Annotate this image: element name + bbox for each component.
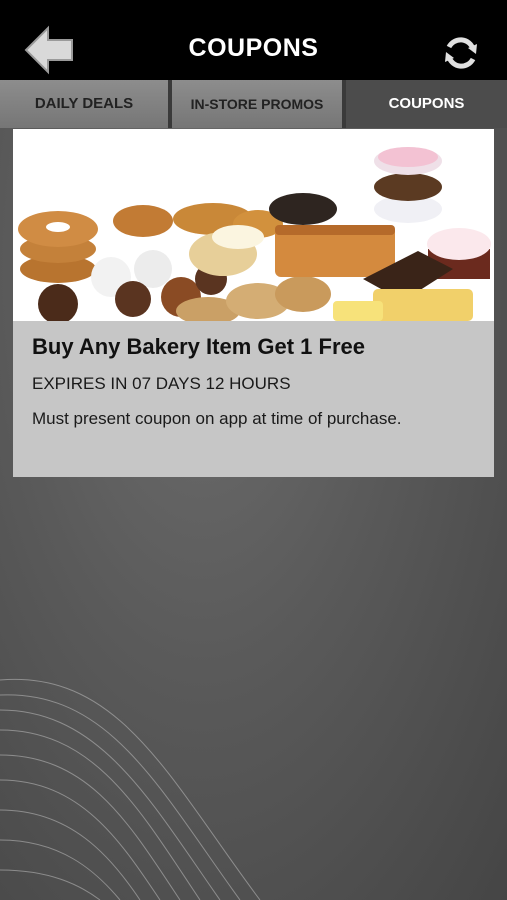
tab-coupons[interactable]: COUPONS xyxy=(346,80,507,128)
background-waves xyxy=(0,678,261,900)
tab-in-store-promos[interactable]: IN-STORE PROMOS xyxy=(172,80,342,128)
top-bar: COUPONS xyxy=(0,0,507,80)
refresh-button[interactable] xyxy=(440,35,482,71)
coupon-expiry: EXPIRES IN 07 DAYS 12 HOURS xyxy=(32,374,291,393)
coupon-description: Must present coupon on app at time of pu… xyxy=(32,409,402,428)
tab-daily-deals[interactable]: DAILY DEALS xyxy=(0,80,168,128)
tab-bar: DAILY DEALS IN-STORE PROMOS COUPONS xyxy=(0,80,507,128)
refresh-icon xyxy=(445,37,477,69)
coupon-title: Buy Any Bakery Item Get 1 Free xyxy=(32,334,365,359)
page-title: COUPONS xyxy=(188,34,319,62)
coupon-card[interactable]: Buy Any Bakery Item Get 1 Free EXPIRES I… xyxy=(13,129,494,477)
bakery-photo xyxy=(13,129,494,321)
